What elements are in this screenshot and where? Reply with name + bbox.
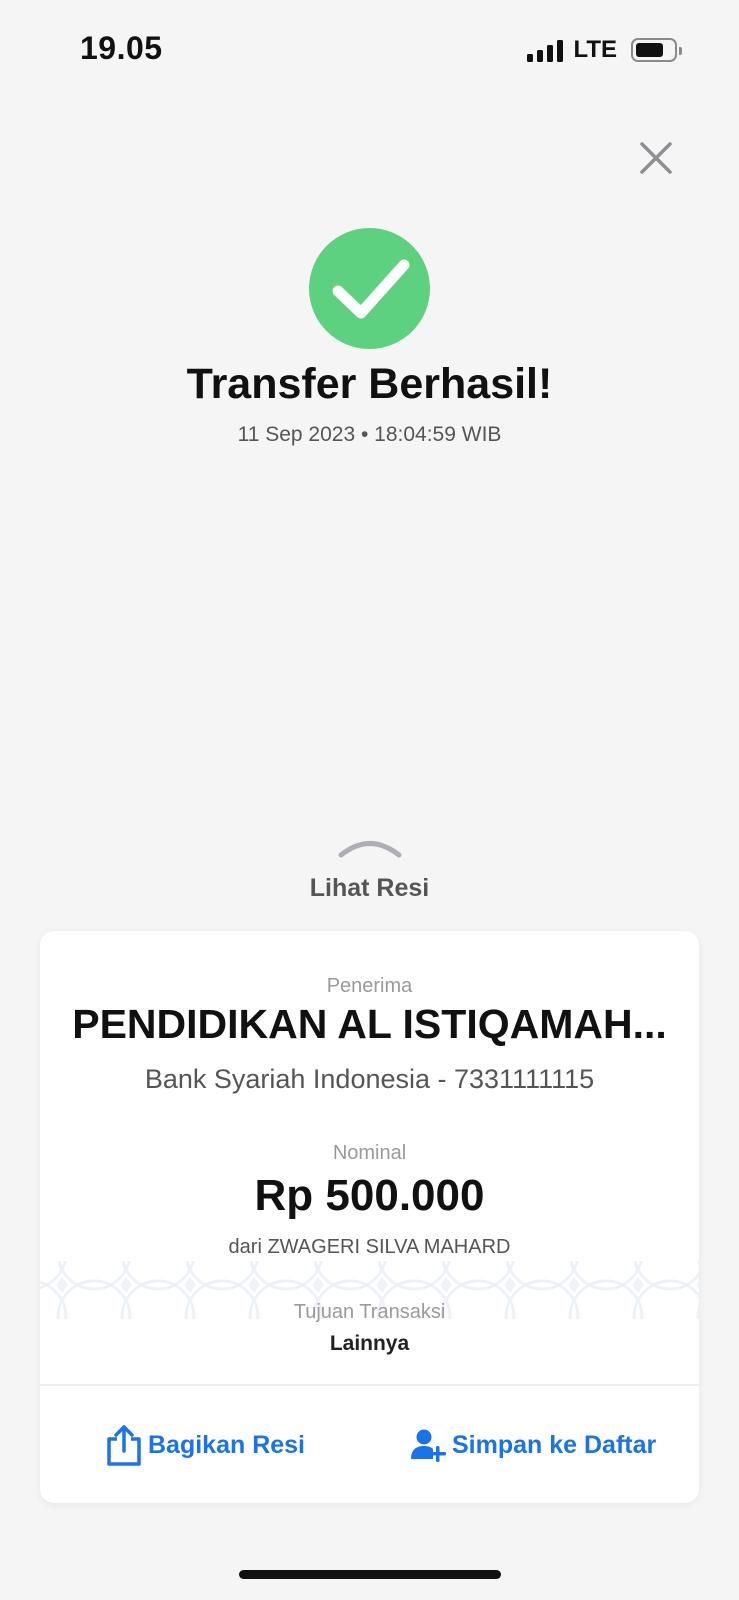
sender-name: dari ZWAGERI SILVA MAHARD xyxy=(228,1236,511,1258)
network-type: LTE xyxy=(573,36,617,63)
status-bar: 19.05 LTE xyxy=(0,0,739,100)
amount-label: Nominal xyxy=(332,1142,407,1164)
checkmark-icon xyxy=(332,259,409,318)
signal-icon xyxy=(527,38,564,62)
save-to-list-button[interactable]: Simpan ke Daftar xyxy=(410,1421,656,1469)
receipt-card: Penerima PENDIDIKAN AL ISTIQAMAH... Bank… xyxy=(40,931,699,1503)
add-user-icon xyxy=(411,1429,446,1462)
recipient-name: PENDIDIKAN AL ISTIQAMAH... xyxy=(72,1001,667,1047)
chevron-up-icon xyxy=(338,841,401,858)
home-indicator[interactable] xyxy=(239,1570,501,1579)
success-title: Transfer Berhasil! xyxy=(186,360,553,408)
transaction-timestamp: 11 Sep 2023 • 18:04:59 WIB xyxy=(237,423,502,446)
close-button[interactable] xyxy=(636,138,676,178)
view-receipt-label: Lihat Resi xyxy=(309,874,430,902)
share-icon xyxy=(107,1425,141,1466)
status-indicators: LTE xyxy=(527,36,682,64)
share-receipt-button[interactable]: Bagikan Resi xyxy=(106,1421,305,1469)
save-to-list-label: Simpan ke Daftar xyxy=(452,1430,657,1459)
recipient-label: Penerima xyxy=(326,975,413,997)
transaction-purpose: Lainnya xyxy=(329,1332,410,1355)
status-time: 19.05 xyxy=(80,30,163,66)
recipient-bank-account: Bank Syariah Indonesia - 7331111115 xyxy=(144,1064,595,1094)
transfer-amount: Rp 500.000 xyxy=(254,1171,485,1220)
view-receipt-toggle[interactable]: Lihat Resi xyxy=(0,838,739,903)
share-receipt-label: Bagikan Resi xyxy=(148,1430,306,1459)
close-icon xyxy=(640,142,672,174)
success-badge xyxy=(309,228,430,349)
battery-icon xyxy=(631,38,682,62)
purpose-label: Tujuan Transaksi xyxy=(293,1301,446,1323)
divider xyxy=(40,1384,699,1386)
